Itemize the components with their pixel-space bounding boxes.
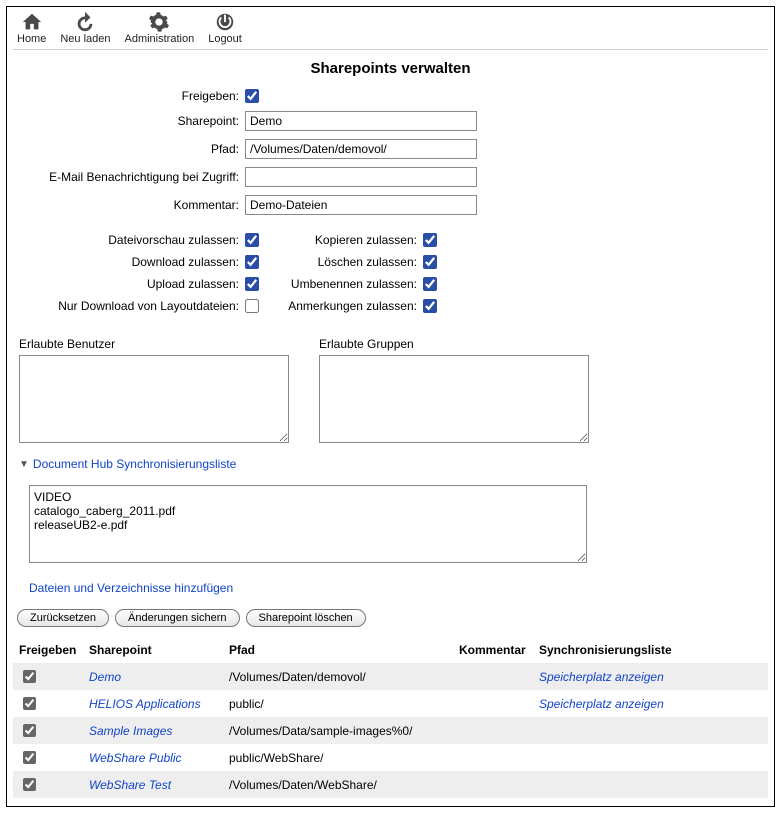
- table-row: HELIOS Applications public/Speicherplatz …: [13, 690, 768, 717]
- toolbar-label: Logout: [208, 33, 242, 45]
- sync-disclosure[interactable]: ▼ Document Hub Synchronisierungsliste: [19, 457, 762, 471]
- add-files-link[interactable]: Dateien und Verzeichnisse hinzufügen: [29, 581, 762, 595]
- kommentar-label: Kommentar:: [19, 198, 239, 212]
- row-sync: Speicherplatz anzeigen: [533, 690, 768, 717]
- logout-button[interactable]: Logout: [204, 11, 246, 45]
- col-kommentar: Kommentar: [453, 637, 533, 663]
- freigeben-checkbox[interactable]: [245, 89, 259, 103]
- download-checkbox[interactable]: [245, 255, 259, 269]
- row-pfad: public/WebShare/: [223, 744, 453, 771]
- row-kommentar: [453, 717, 533, 744]
- col-sync: Synchronisierungsliste: [533, 637, 768, 663]
- col-pfad: Pfad: [223, 637, 453, 663]
- row-kommentar: [453, 771, 533, 798]
- row-kommentar: [453, 744, 533, 771]
- pfad-input[interactable]: [245, 139, 477, 159]
- row-pfad: /Volumes/Daten/demovol/: [223, 663, 453, 690]
- loeschen-label: Löschen zulassen:: [267, 255, 417, 269]
- col-sharepoint: Sharepoint: [83, 637, 223, 663]
- row-pfad: public/: [223, 690, 453, 717]
- table-row: Sample Images/Volumes/Data/sample-images…: [13, 717, 768, 744]
- row-freigeben-checkbox[interactable]: [23, 697, 36, 710]
- row-freigeben-checkbox[interactable]: [23, 778, 36, 791]
- row-sync: [533, 771, 768, 798]
- row-sharepoint-link[interactable]: WebShare Public: [89, 751, 182, 765]
- toolbar-label: Home: [17, 33, 46, 45]
- row-pfad: /Volumes/Daten/WebShare/: [223, 771, 453, 798]
- row-sharepoint-link[interactable]: HELIOS Applications: [89, 697, 201, 711]
- toolbar-label: Neu laden: [60, 33, 110, 45]
- row-pfad: /Volumes/Data/sample-images%0/: [223, 717, 453, 744]
- row-sharepoint-link[interactable]: Demo: [89, 670, 121, 684]
- row-sync-link[interactable]: Speicherplatz anzeigen: [539, 670, 664, 684]
- upload-checkbox[interactable]: [245, 277, 259, 291]
- row-sync: [533, 717, 768, 744]
- dateivorschau-checkbox[interactable]: [245, 233, 259, 247]
- sharepoint-label: Sharepoint:: [19, 114, 239, 128]
- sharepoint-input[interactable]: [245, 111, 477, 131]
- kopieren-label: Kopieren zulassen:: [267, 233, 417, 247]
- gear-icon: [145, 11, 173, 33]
- save-button[interactable]: Änderungen sichern: [115, 609, 239, 627]
- kommentar-input[interactable]: [245, 195, 477, 215]
- benutzer-label: Erlaubte Benutzer: [19, 337, 289, 351]
- kopieren-checkbox[interactable]: [423, 233, 437, 247]
- row-freigeben-checkbox[interactable]: [23, 751, 36, 764]
- row-kommentar: [453, 690, 533, 717]
- umbenennen-label: Umbenennen zulassen:: [267, 277, 417, 291]
- download-label: Download zulassen:: [19, 255, 239, 269]
- sync-textarea[interactable]: VIDEO catalogo_caberg_2011.pdf releaseUB…: [29, 485, 587, 563]
- toolbar: Home Neu laden Administration Logout: [13, 11, 768, 50]
- table-row: WebShare Test/Volumes/Daten/WebShare/: [13, 771, 768, 798]
- admin-button[interactable]: Administration: [121, 11, 199, 45]
- anmerkungen-label: Anmerkungen zulassen:: [267, 299, 417, 313]
- email-label: E-Mail Benachrichtigung bei Zugriff:: [19, 170, 239, 184]
- home-button[interactable]: Home: [13, 11, 50, 45]
- table-row: Demo/Volumes/Daten/demovol/Speicherplatz…: [13, 663, 768, 690]
- gruppen-textarea[interactable]: [319, 355, 589, 443]
- email-input[interactable]: [245, 167, 477, 187]
- col-freigeben: Freigeben: [13, 637, 83, 663]
- row-freigeben-checkbox[interactable]: [23, 670, 36, 683]
- sharepoints-table: Freigeben Sharepoint Pfad Kommentar Sync…: [13, 637, 768, 798]
- row-kommentar: [453, 663, 533, 690]
- row-sharepoint-link[interactable]: WebShare Test: [89, 778, 171, 792]
- reload-icon: [71, 11, 99, 33]
- row-sync: [533, 744, 768, 771]
- row-sharepoint-link[interactable]: Sample Images: [89, 724, 172, 738]
- reset-button[interactable]: Zurücksetzen: [17, 609, 109, 627]
- row-sync: Speicherplatz anzeigen: [533, 663, 768, 690]
- table-row: WebShare Public public/WebShare/: [13, 744, 768, 771]
- chevron-down-icon: ▼: [19, 459, 29, 470]
- dateivorschau-label: Dateivorschau zulassen:: [19, 233, 239, 247]
- toolbar-label: Administration: [125, 33, 195, 45]
- upload-label: Upload zulassen:: [19, 277, 239, 291]
- home-icon: [18, 11, 46, 33]
- freigeben-label: Freigeben:: [19, 89, 239, 103]
- layout-checkbox[interactable]: [245, 299, 259, 313]
- power-icon: [211, 11, 239, 33]
- loeschen-checkbox[interactable]: [423, 255, 437, 269]
- delete-button[interactable]: Sharepoint löschen: [246, 609, 366, 627]
- gruppen-label: Erlaubte Gruppen: [319, 337, 589, 351]
- anmerkungen-checkbox[interactable]: [423, 299, 437, 313]
- sync-label: Document Hub Synchronisierungsliste: [33, 457, 236, 471]
- page-title: Sharepoints verwalten: [13, 50, 768, 89]
- umbenennen-checkbox[interactable]: [423, 277, 437, 291]
- row-freigeben-checkbox[interactable]: [23, 724, 36, 737]
- row-sync-link[interactable]: Speicherplatz anzeigen: [539, 697, 664, 711]
- benutzer-textarea[interactable]: [19, 355, 289, 443]
- pfad-label: Pfad:: [19, 142, 239, 156]
- layout-label: Nur Download von Layoutdateien:: [19, 299, 239, 313]
- reload-button[interactable]: Neu laden: [56, 11, 114, 45]
